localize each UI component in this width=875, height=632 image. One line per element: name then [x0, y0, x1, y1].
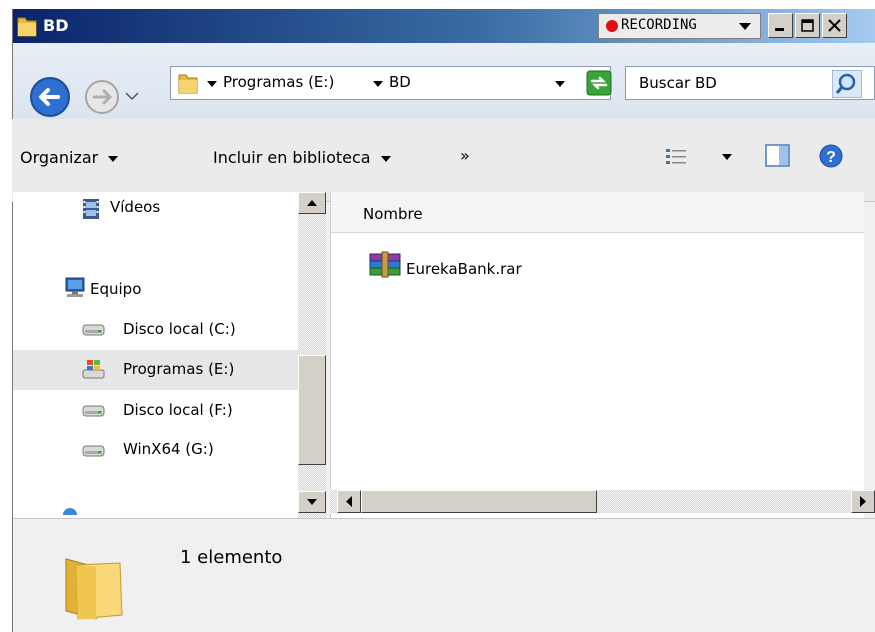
scroll-up-button[interactable]	[298, 192, 326, 214]
winrar-archive-icon	[369, 251, 401, 278]
svg-text:?: ?	[826, 149, 836, 166]
chevron-down-icon	[380, 155, 391, 162]
organize-menu[interactable]: Organizar	[20, 148, 119, 167]
scroll-right-button[interactable]	[851, 490, 875, 513]
sidebar-item-disco-f[interactable]: Disco local (F:)	[80, 392, 295, 428]
maximize-button[interactable]	[795, 13, 820, 38]
more-label: »	[460, 146, 470, 165]
address-bar[interactable]: Programas (E:) BD	[170, 66, 611, 100]
help-icon[interactable]: ?	[818, 143, 844, 169]
arrow-up-icon	[307, 200, 317, 206]
command-bar	[12, 119, 875, 202]
close-button[interactable]	[822, 13, 847, 38]
breadcrumb-programas[interactable]: Programas (E:)	[223, 73, 334, 91]
include-in-library-menu[interactable]: Incluir en biblioteca	[213, 148, 391, 167]
arrow-left-icon	[346, 496, 352, 507]
scroll-down-button[interactable]	[298, 491, 326, 513]
more-commands-button[interactable]: »	[460, 146, 470, 165]
breadcrumb-arrow-icon[interactable]	[207, 81, 217, 89]
recording-label: RECORDING	[621, 17, 697, 33]
details-pane	[13, 518, 875, 631]
sidebar-item-label: Equipo	[90, 280, 142, 298]
sidebar-item-disco-c[interactable]: Disco local (C:)	[80, 311, 295, 347]
computer-icon	[65, 277, 85, 297]
view-options-icon[interactable]	[666, 148, 688, 166]
search-icon	[838, 73, 856, 91]
organize-label: Organizar	[20, 148, 99, 167]
file-list-pane: Nombre	[330, 192, 864, 532]
close-icon	[828, 19, 841, 32]
sidebar-item-winx64[interactable]: WinX64 (G:)	[80, 432, 295, 468]
arrow-right-icon	[860, 496, 866, 507]
video-library-icon	[83, 199, 99, 219]
chevron-down-icon	[739, 23, 751, 30]
history-chevron-icon[interactable]	[125, 92, 139, 101]
view-dropdown-icon[interactable]	[722, 154, 732, 162]
sidebar-item-programas[interactable]: Programas (E:)	[13, 350, 298, 390]
sidebar-item-equipo[interactable]: Equipo	[62, 272, 295, 308]
forward-button[interactable]	[85, 80, 119, 114]
sidebar-item-label: Disco local (F:)	[123, 401, 233, 419]
scroll-left-button[interactable]	[337, 490, 361, 513]
sidebar-item-videos[interactable]: Vídeos	[80, 193, 295, 229]
network-icon	[63, 508, 77, 515]
record-dot-icon	[606, 20, 618, 32]
minimize-button[interactable]	[768, 13, 793, 38]
horizontal-scroll-thumb[interactable]	[361, 490, 597, 513]
sidebar-item-label: WinX64 (G:)	[123, 440, 214, 458]
file-name: EurekaBank.rar	[406, 260, 522, 278]
minimize-icon	[775, 28, 784, 31]
search-button[interactable]	[832, 70, 862, 98]
arrow-down-icon	[307, 499, 317, 505]
sidebar-item-label: Vídeos	[110, 198, 161, 216]
scroll-thumb[interactable]	[298, 355, 326, 465]
folder-icon	[178, 74, 198, 94]
breadcrumb-bd[interactable]: BD	[389, 73, 411, 91]
item-count: 1 elemento	[180, 547, 283, 568]
list-item[interactable]: EurekaBank.rar	[368, 250, 568, 282]
windows-drive-icon	[82, 360, 105, 379]
breadcrumb-arrow-icon[interactable]	[373, 81, 383, 89]
folder-icon	[17, 17, 37, 37]
preview-pane-icon[interactable]	[765, 143, 791, 169]
column-header-name[interactable]: Nombre	[331, 192, 864, 233]
chevron-down-icon	[108, 155, 119, 162]
include-label: Incluir en biblioteca	[213, 148, 371, 167]
recording-dropdown[interactable]: RECORDING	[598, 13, 761, 39]
drive-icon	[82, 405, 105, 417]
column-header-label: Nombre	[363, 205, 423, 223]
address-dropdown-icon[interactable]	[555, 81, 565, 89]
maximize-icon	[801, 19, 814, 32]
drive-icon	[82, 324, 105, 336]
folder-icon	[65, 558, 123, 620]
sidebar-item-label: Disco local (C:)	[123, 320, 236, 338]
window-title: BD	[43, 16, 69, 35]
search-input[interactable]: Buscar BD	[639, 74, 717, 92]
back-button[interactable]	[30, 77, 70, 117]
sidebar-item-label: Programas (E:)	[123, 360, 235, 378]
drive-icon	[82, 445, 105, 457]
refresh-button[interactable]	[586, 70, 612, 96]
nav-buttons	[30, 77, 139, 117]
